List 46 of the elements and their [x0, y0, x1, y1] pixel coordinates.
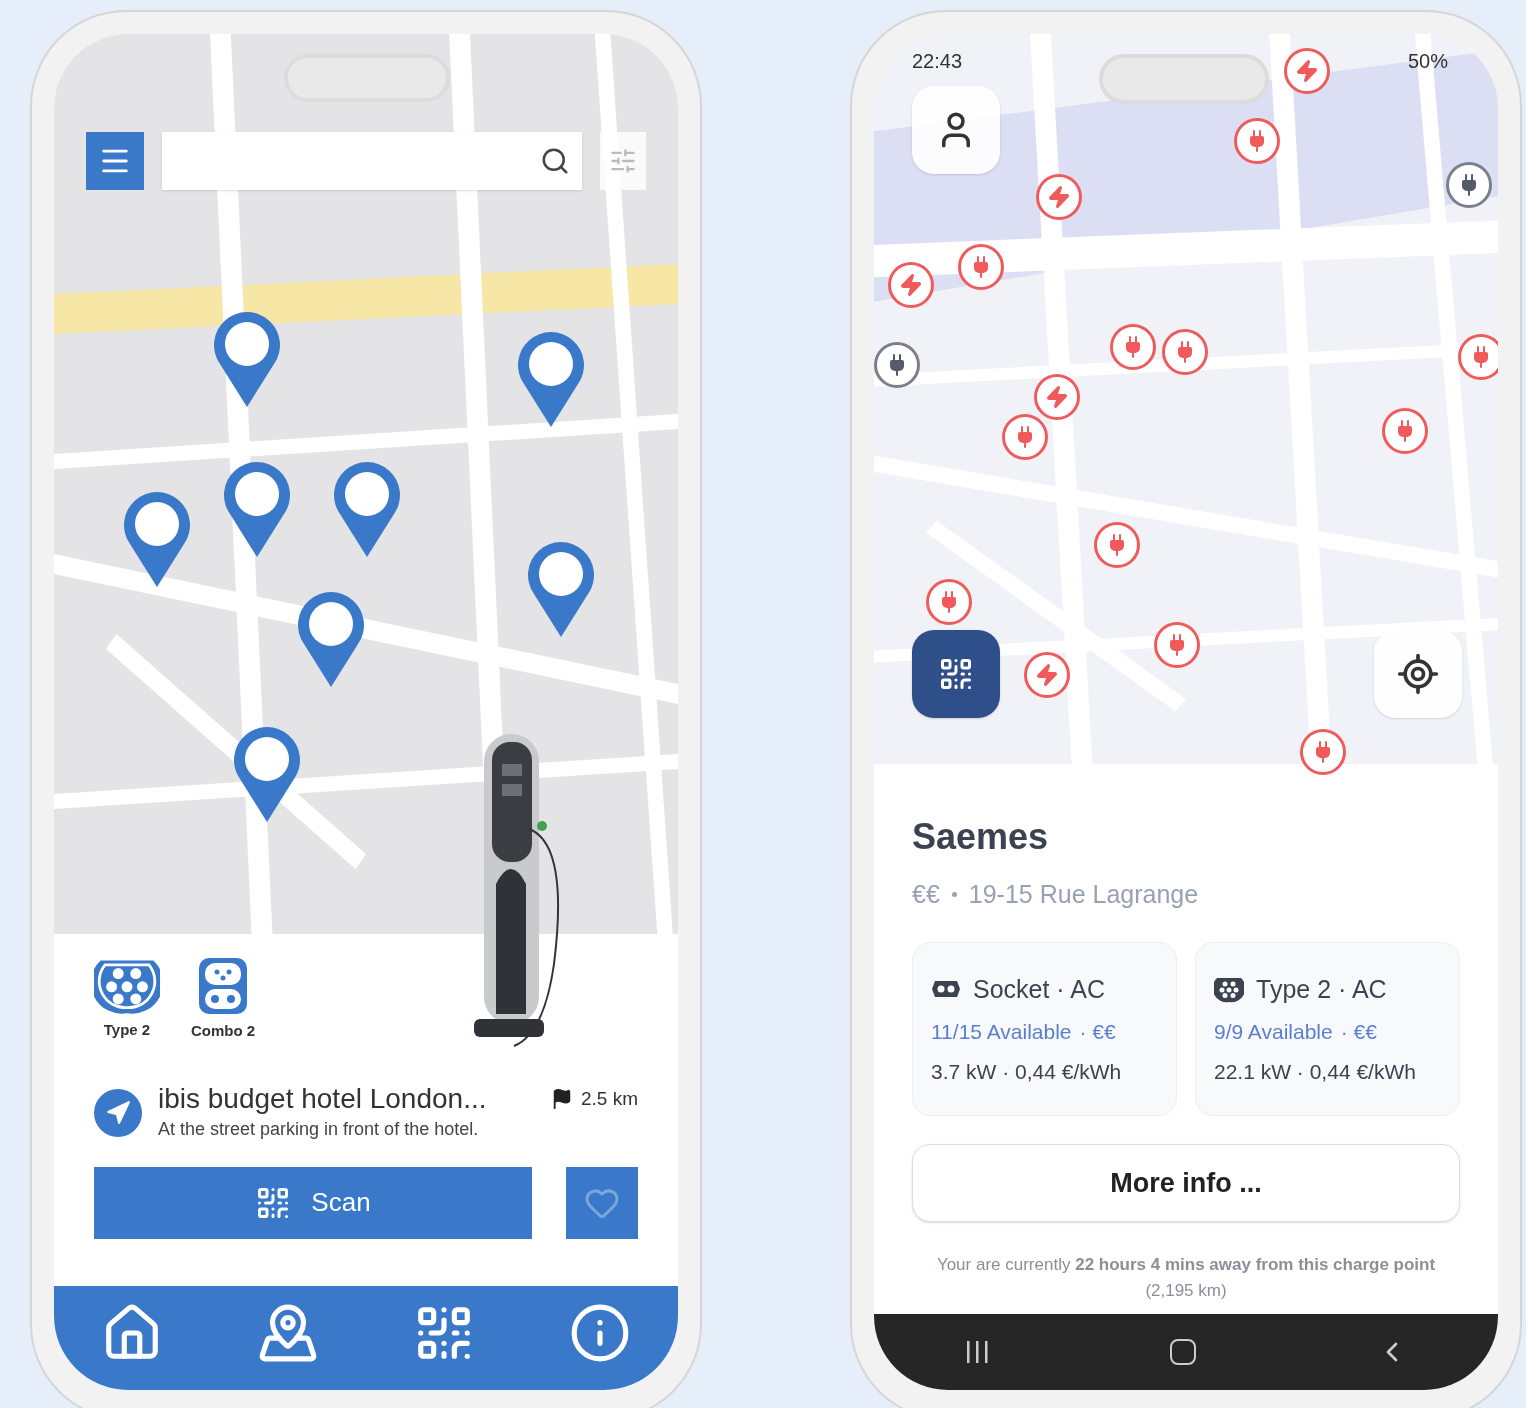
connector-card[interactable]: Socket · AC 11/15 Available · €€ 3.7 kW · 0,44 €/kWh	[912, 941, 1177, 1116]
crosshair-icon	[1396, 652, 1440, 696]
station-name: ibis budget hotel London...	[158, 1081, 488, 1116]
map-pin-icon[interactable]	[296, 589, 366, 689]
distance: 2.5 km	[580, 1086, 638, 1111]
profile-button[interactable]	[912, 86, 1000, 174]
availability: 9/9 Available	[1214, 1019, 1333, 1045]
connector-title: Type 2 · AC	[1256, 973, 1387, 1005]
connector-card[interactable]: Type 2 · AC 9/9 Available · €€ 22.1 kW · 0,44 €/kWh	[1195, 941, 1460, 1116]
locate-button[interactable]	[1374, 630, 1462, 718]
map-pin-icon[interactable]	[222, 459, 292, 559]
sliders-icon	[609, 147, 637, 175]
navigate-icon[interactable]	[94, 1088, 142, 1137]
map-pin-icon[interactable]	[122, 489, 192, 589]
info-icon[interactable]	[569, 1302, 631, 1364]
travel-note: Your are currently 22 hours 4 mins away from this charge point (2,195 km)	[935, 1254, 1437, 1302]
station-address: 19-15 Rue Lagrange	[968, 879, 1199, 910]
connector-label: Type 2	[103, 1020, 151, 1041]
map-pin-icon[interactable]	[516, 329, 586, 429]
scan-button[interactable]: Scan	[94, 1166, 532, 1239]
map-pin-icon[interactable]	[212, 309, 282, 409]
connector-price: · €€	[1340, 1019, 1377, 1045]
more-info-button[interactable]: More info ...	[912, 1144, 1460, 1222]
connector-price: · €€	[1079, 1019, 1116, 1045]
map-pin-icon[interactable]	[332, 459, 402, 559]
station-name: Saemes	[912, 815, 1050, 859]
map-pin-icon[interactable]	[526, 539, 596, 639]
map-pin-icon[interactable]	[232, 724, 302, 824]
battery-level: 50%	[1407, 49, 1448, 74]
station-description: At the street parking in front of the hotel.	[158, 1117, 480, 1141]
connector-title: Socket · AC	[973, 973, 1105, 1005]
availability: 11/15 Available	[931, 1019, 1072, 1045]
qr-code-icon	[938, 656, 974, 692]
power-rate: 22.1 kW · 0,44 €/kWh	[1214, 1058, 1417, 1085]
menu-button[interactable]	[86, 132, 144, 190]
price-level: €€	[912, 879, 940, 910]
map-icon[interactable]	[257, 1302, 319, 1364]
search-icon	[540, 146, 570, 176]
power-rate: 3.7 kW · 0,44 €/kWh	[931, 1058, 1123, 1085]
status-time: 22:43	[912, 49, 963, 74]
connector-label: Combo 2	[190, 1021, 256, 1041]
search-field[interactable]	[162, 132, 582, 190]
recent-apps-icon[interactable]	[964, 1339, 990, 1365]
connector-icon	[1214, 975, 1244, 1003]
qr-scan-button[interactable]	[912, 630, 1000, 718]
home-icon[interactable]	[1170, 1339, 1196, 1365]
